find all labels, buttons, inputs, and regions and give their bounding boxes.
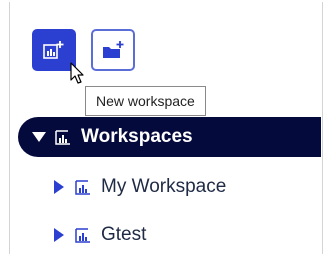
- workspace-icon: [74, 227, 92, 244]
- tooltip-text: New workspace: [96, 93, 195, 109]
- caret-right-icon[interactable]: [50, 180, 68, 194]
- tree-item-gtest[interactable]: Gtest: [18, 215, 321, 255]
- new-workspace-tooltip: New workspace: [85, 86, 206, 116]
- folder-add-icon: [103, 41, 124, 58]
- workspace-icon: [54, 129, 72, 146]
- workspace-add-icon: [43, 41, 64, 59]
- caret-right-icon[interactable]: [50, 228, 68, 242]
- tree-item-label: Gtest: [101, 224, 147, 245]
- new-folder-button[interactable]: [91, 29, 135, 71]
- tree-item-label: My Workspace: [101, 176, 227, 197]
- mouse-cursor-icon: [70, 62, 84, 84]
- caret-down-icon[interactable]: [30, 132, 48, 142]
- workspace-icon: [74, 179, 92, 196]
- tree-item-workspaces[interactable]: Workspaces: [18, 117, 321, 157]
- tree-item-my-workspace[interactable]: My Workspace: [18, 167, 321, 207]
- tree-item-label: Workspaces: [81, 126, 193, 147]
